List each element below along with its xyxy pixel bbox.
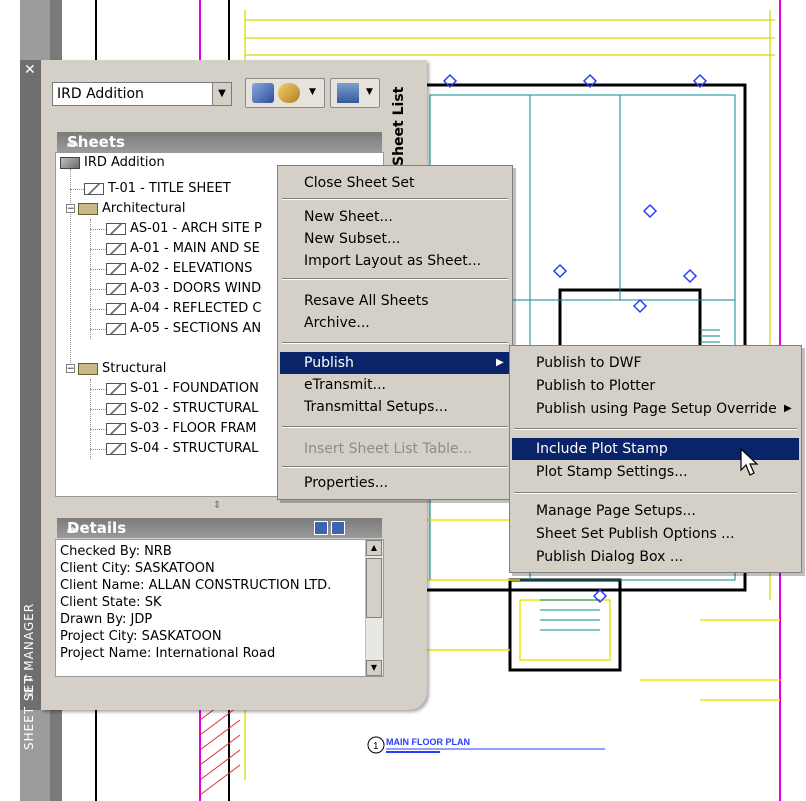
menu-item-publish-options[interactable]: Sheet Set Publish Options ... [512, 523, 799, 545]
open-sheet-set-icon[interactable] [252, 83, 274, 103]
sheet-icon [106, 442, 126, 455]
details-section-header[interactable]: Details ︽ [57, 518, 382, 538]
tree-item-sheet[interactable]: A-01 - MAIN AND SE [106, 239, 260, 259]
sheet-icon [106, 302, 126, 315]
tree-item-label: Architectural [102, 201, 186, 216]
sheet-icon [84, 182, 104, 195]
scroll-thumb[interactable] [366, 558, 382, 618]
tab-sheet-list-label: Sheet List [391, 86, 407, 166]
sheet-icon [106, 262, 126, 275]
sheets-section-header[interactable]: Sheets ︽ [57, 132, 382, 152]
tree-item-label: A-04 - REFLECTED C [130, 301, 262, 316]
refresh-status-icon[interactable] [278, 83, 300, 103]
tree-item-label: S-03 - FLOOR FRAM [130, 421, 257, 436]
sheet-icon [106, 242, 126, 255]
chevron-down-icon[interactable]: ▼ [309, 87, 316, 97]
detail-line: Project City: SASKATOON [60, 629, 222, 644]
detail-line: Project Name: International Road [60, 646, 276, 661]
tree-item-label: S-02 - STRUCTURAL [130, 401, 259, 416]
chevron-down-icon[interactable]: ▼ [366, 87, 373, 97]
menu-item-new-sheet[interactable]: New Sheet... [280, 206, 510, 228]
sheet-icon [106, 222, 126, 235]
tree-item-sheet[interactable]: S-04 - STRUCTURAL [106, 439, 258, 459]
collapse-icon[interactable]: − [66, 204, 75, 214]
menu-item-publish[interactable]: Publish ▶ [280, 352, 510, 374]
collapse-icon[interactable]: ︽ [67, 133, 376, 149]
tree-item-title-sheet[interactable]: T-01 - TITLE SHEET [84, 179, 231, 199]
tree-subset-structural[interactable]: Structural [78, 359, 166, 379]
detail-line: Client State: SK [60, 595, 162, 610]
menu-item-transmittal-setups[interactable]: Transmittal Setups... [280, 396, 510, 418]
details-list: Checked By: NRB Client City: SASKATOON C… [55, 539, 384, 677]
tree-item-label: A-02 - ELEVATIONS [130, 261, 253, 276]
sheet-icon [106, 282, 126, 295]
sheet-set-context-menu: Close Sheet Set New Sheet... New Subset.… [277, 165, 513, 500]
tree-item-sheet[interactable]: S-02 - STRUCTURAL [106, 399, 258, 419]
menu-item-manage-page-setups[interactable]: Manage Page Setups... [512, 500, 799, 522]
tree-item-sheet[interactable]: S-03 - FLOOR FRAM [106, 419, 256, 439]
tree-item-label: S-04 - STRUCTURAL [130, 441, 259, 456]
sheet-icon [106, 402, 126, 415]
sheet-set-icon [60, 156, 80, 169]
tree-item-label: A-01 - MAIN AND SE [130, 241, 260, 256]
collapse-icon[interactable]: − [66, 364, 75, 374]
submenu-arrow-icon: ▶ [784, 403, 792, 414]
detail-line: Client Name: ALLAN CONSTRUCTION LTD. [60, 578, 332, 593]
details-scrollbar[interactable]: ▲ ▼ [365, 540, 383, 676]
subset-folder-icon [78, 202, 98, 215]
menu-item-publish-to-dwf[interactable]: Publish to DWF [512, 352, 799, 374]
panel-splitter[interactable]: ⇕ [213, 500, 221, 511]
sheet-icon [106, 322, 126, 335]
palette-title-bar[interactable]: ✕ ⇆ ▤ SHEET SET MANAGER [20, 60, 42, 750]
detail-line: Checked By: NRB [60, 544, 172, 559]
collapse-icon[interactable]: ︽ [67, 519, 376, 535]
tree-item-sheet[interactable]: A-04 - REFLECTED C [106, 299, 261, 319]
plan-title: MAIN FLOOR PLAN [386, 737, 470, 747]
chevron-down-icon[interactable]: ▼ [212, 83, 231, 105]
tree-root-label: IRD Addition [84, 155, 165, 170]
sheet-icon [106, 422, 126, 435]
menu-item-archive[interactable]: Archive... [280, 312, 510, 334]
menu-item-publish-to-plotter[interactable]: Publish to Plotter [512, 375, 799, 397]
tree-root[interactable]: IRD Addition [60, 153, 165, 173]
menu-item-insert-sheet-list-table: Insert Sheet List Table... [304, 441, 473, 457]
tree-item-label: A-05 - SECTIONS AN [130, 321, 262, 336]
model-view-toolbar: ▼ [330, 78, 380, 108]
scroll-down-icon[interactable]: ▼ [366, 660, 382, 676]
sheet-set-dropdown-value: IRD Addition [57, 86, 144, 102]
menu-item-publish-dialog-box[interactable]: Publish Dialog Box ... [512, 546, 799, 568]
sheet-set-dropdown[interactable]: IRD Addition ▼ [52, 82, 232, 106]
palette-title: SHEET SET MANAGER [22, 602, 36, 750]
menu-item-etransmit[interactable]: eTransmit... [280, 374, 510, 396]
tree-item-label: T-01 - TITLE SHEET [108, 181, 231, 196]
close-icon[interactable]: ✕ [24, 63, 36, 77]
tree-item-sheet[interactable]: A-02 - ELEVATIONS [106, 259, 252, 279]
plan-number: 1 [373, 741, 379, 752]
tree-item-sheet[interactable]: S-01 - FOUNDATION [106, 379, 259, 399]
sheet-set-toolbar: ▼ [245, 78, 325, 108]
sheet-icon [106, 382, 126, 395]
menu-item-import-layout[interactable]: Import Layout as Sheet... [280, 250, 510, 272]
tree-item-label: S-01 - FOUNDATION [130, 381, 259, 396]
scroll-up-icon[interactable]: ▲ [366, 540, 382, 556]
model-view-icon[interactable] [337, 83, 359, 103]
detail-line: Drawn By: JDP [60, 612, 153, 627]
menu-item-resave-all[interactable]: Resave All Sheets [280, 290, 510, 312]
menu-item-close-sheet-set[interactable]: Close Sheet Set [280, 172, 510, 194]
tree-subset-architectural[interactable]: Architectural [78, 199, 185, 219]
submenu-arrow-icon: ▶ [496, 357, 504, 368]
menu-item-publish-page-setup-override[interactable]: Publish using Page Setup Override ▶ [512, 398, 799, 420]
menu-item-new-subset[interactable]: New Subset... [280, 228, 510, 250]
tree-item-label: A-03 - DOORS WIND [130, 281, 262, 296]
subset-folder-icon [78, 362, 98, 375]
tree-item-sheet[interactable]: A-05 - SECTIONS AN [106, 319, 261, 339]
tree-item-label: Structural [102, 361, 167, 376]
mouse-pointer-icon [740, 448, 759, 476]
tree-item-label: AS-01 - ARCH SITE P [130, 221, 262, 236]
detail-line: Client City: SASKATOON [60, 561, 215, 576]
tree-item-sheet[interactable]: A-03 - DOORS WIND [106, 279, 261, 299]
tree-item-sheet[interactable]: AS-01 - ARCH SITE P [106, 219, 262, 239]
menu-item-properties[interactable]: Properties... [280, 472, 510, 494]
